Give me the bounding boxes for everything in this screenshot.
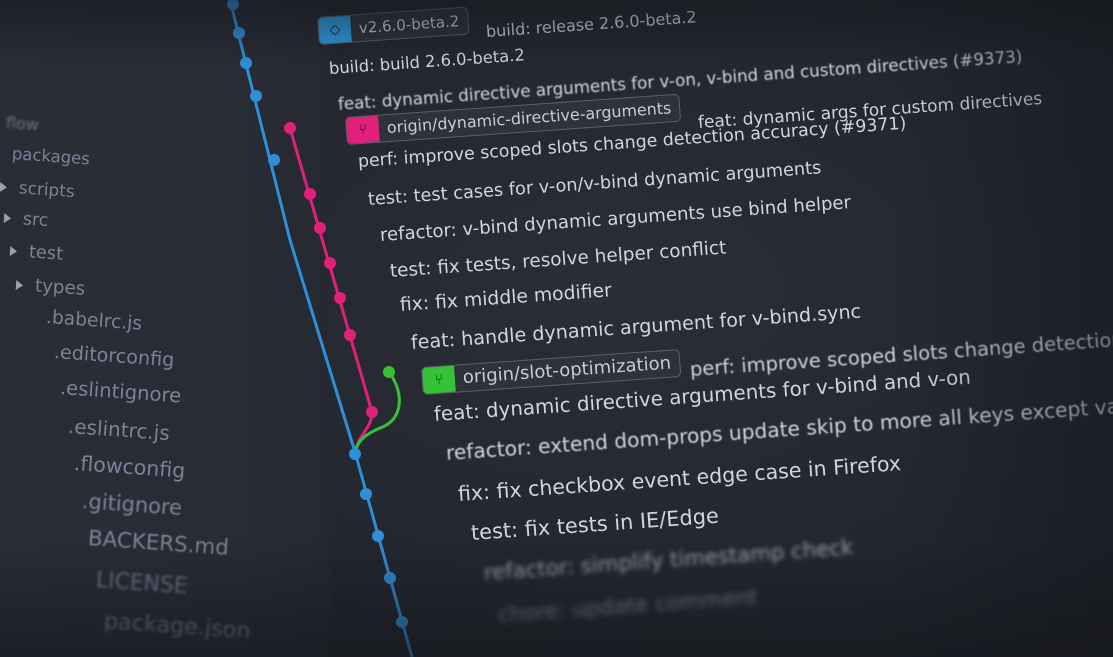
- commit-row[interactable]: refactor: simplify timestamp check: [483, 535, 855, 586]
- commit-row[interactable]: test: fix tests in IE/Edge: [470, 504, 719, 545]
- ref-tag-release[interactable]: ◇ v2.6.0-beta.2: [317, 6, 477, 45]
- commit-message: test: fix tests, resolve helper conflict: [389, 237, 727, 282]
- commit-list: build: release 2.6.0-beta.2 ◇ v2.6.0-beta.…: [0, 0, 1113, 657]
- branch-icon: ⑂: [346, 115, 380, 144]
- commit-row[interactable]: build: build 2.6.0-beta.2: [328, 43, 525, 81]
- commit-message: build: build 2.6.0-beta.2: [328, 45, 526, 78]
- commit-message: fix: fix middle modifier: [399, 280, 613, 316]
- commit-row[interactable]: fix: fix middle modifier: [399, 279, 612, 318]
- commit-row[interactable]: build: release 2.6.0-beta.2: [485, 5, 697, 44]
- commit-message: chore: update comment: [497, 584, 759, 628]
- commit-message: refactor: simplify timestamp check: [483, 535, 855, 586]
- branch-icon: ⑂: [422, 365, 456, 394]
- commit-message: test: fix tests in IE/Edge: [470, 503, 720, 545]
- commit-row[interactable]: chore: update comment: [497, 584, 759, 628]
- tag-icon: ◇: [318, 15, 352, 44]
- ref-label: v2.6.0-beta.2: [358, 12, 460, 38]
- ref-label: origin/slot-optimization: [462, 352, 672, 389]
- ref-badge[interactable]: ◇ v2.6.0-beta.2: [317, 6, 470, 45]
- git-client-window: flow packages scripts src test types .babelrc.…: [0, 0, 1113, 657]
- commit-message: build: release 2.6.0-beta.2: [485, 7, 698, 41]
